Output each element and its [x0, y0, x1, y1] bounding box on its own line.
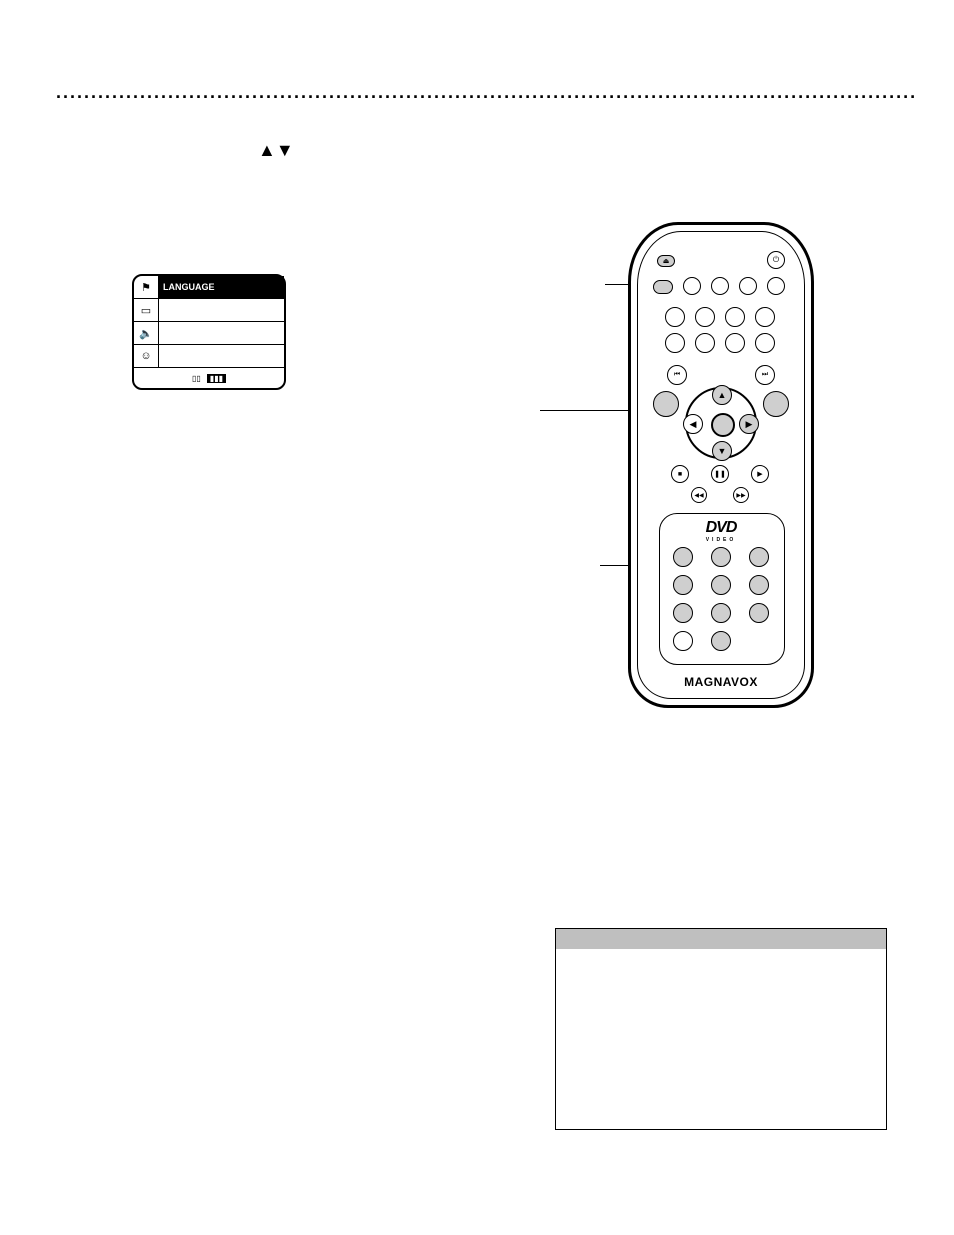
osd-menu: ⚑ LANGUAGE ▭ 🔈 ☺ ▯▯ ▮▮▮ — [132, 274, 286, 390]
dpad-left[interactable]: ◀ — [683, 414, 703, 434]
osd-access-row — [159, 345, 284, 367]
dpad-down[interactable]: ▼ — [712, 441, 732, 461]
up-down-arrows: ▲▼ — [258, 140, 294, 161]
color-button-2[interactable] — [683, 277, 701, 295]
osd-language-row: LANGUAGE — [159, 276, 284, 298]
power-button[interactable]: ⏻ — [767, 251, 785, 269]
func-button[interactable] — [665, 333, 685, 353]
func-button[interactable] — [665, 307, 685, 327]
keypad-3[interactable] — [749, 547, 769, 567]
hint-titlebar — [556, 929, 886, 949]
keypad-2[interactable] — [711, 547, 731, 567]
next-button[interactable]: ⏭ — [755, 365, 775, 385]
osd-tvshape-row — [159, 299, 284, 321]
eject-button[interactable]: ⏏ — [657, 255, 675, 267]
osd-sound-row — [159, 322, 284, 344]
keypad-1[interactable] — [673, 547, 693, 567]
ffwd-button[interactable]: ▶▶ — [733, 487, 749, 503]
pause-button[interactable]: ❚❚ — [711, 465, 729, 483]
dpad-right[interactable]: ▶ — [739, 414, 759, 434]
dvd-logo: DVD VIDEO — [691, 519, 751, 543]
dpad: ▲ ▼ ◀ ▶ — [685, 387, 757, 459]
dotted-rule: ........................................… — [56, 82, 917, 103]
color-button-1[interactable] — [653, 280, 673, 294]
func-button[interactable] — [755, 307, 775, 327]
ok-button[interactable] — [711, 413, 735, 437]
func-button[interactable] — [695, 307, 715, 327]
return-button[interactable] — [763, 391, 789, 417]
sound-icon: 🔈 — [134, 322, 159, 344]
brand-label: MAGNAVOX — [631, 675, 811, 689]
play-button[interactable]: ▶ — [751, 465, 769, 483]
func-button[interactable] — [695, 333, 715, 353]
person-icon: ☺ — [134, 345, 159, 367]
keypad-7[interactable] — [673, 603, 693, 623]
remote-control: ⏏ ⏻ ⏮ ⏭ ▲ ▼ ◀ ▶ ■ ❚❚ — [628, 222, 814, 708]
menu-button[interactable] — [653, 391, 679, 417]
keypad-9[interactable] — [749, 603, 769, 623]
color-button-5[interactable] — [767, 277, 785, 295]
rewind-button[interactable]: ◀◀ — [691, 487, 707, 503]
color-button-4[interactable] — [739, 277, 757, 295]
flag-icon: ⚑ — [134, 276, 159, 298]
func-button[interactable] — [755, 333, 775, 353]
screen-icon: ▭ — [134, 299, 159, 321]
stop-button[interactable]: ■ — [671, 465, 689, 483]
hint-box — [555, 928, 887, 1130]
keypad-4[interactable] — [673, 575, 693, 595]
color-button-3[interactable] — [711, 277, 729, 295]
prev-button[interactable]: ⏮ — [667, 365, 687, 385]
keypad-8[interactable] — [711, 603, 731, 623]
dpad-up[interactable]: ▲ — [712, 385, 732, 405]
keypad-5[interactable] — [711, 575, 731, 595]
func-button[interactable] — [725, 307, 745, 327]
keypad-0[interactable] — [711, 631, 731, 651]
func-button[interactable] — [725, 333, 745, 353]
keypad-star[interactable] — [673, 631, 693, 651]
keypad-6[interactable] — [749, 575, 769, 595]
osd-footer: ▯▯ ▮▮▮ — [134, 367, 284, 388]
